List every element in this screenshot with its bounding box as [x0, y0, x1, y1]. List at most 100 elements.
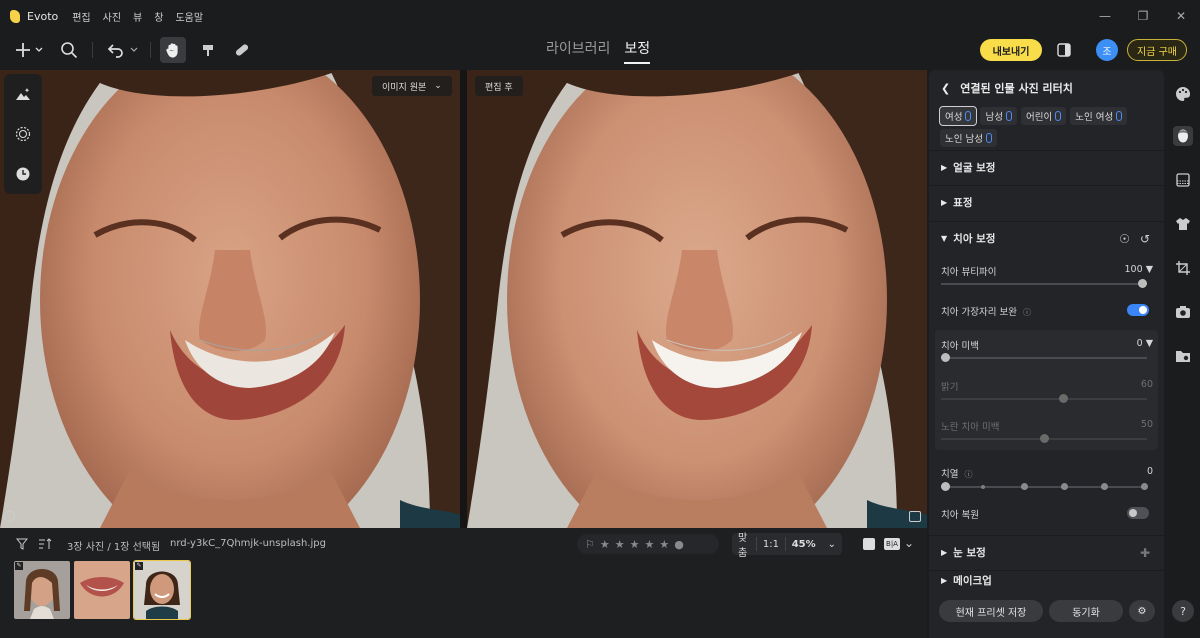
star-icon[interactable]: ★ [645, 538, 655, 551]
menu-window[interactable]: 창 [154, 9, 163, 24]
tab-library[interactable]: 라이브러리 [546, 38, 610, 64]
section-face[interactable]: ▶ 얼굴 보정 [929, 150, 1164, 184]
teeth-beautify-row: 치아 뷰티파이 100 ▼ [941, 264, 1153, 278]
panel-header: ❮ 연결된 인물 사진 리터치 [941, 80, 1073, 96]
teeth-restore-toggle[interactable] [1127, 507, 1149, 519]
section-teeth[interactable]: ▼ 치아 보정 ☉ ↺ [929, 221, 1164, 255]
patch-tool-button[interactable] [230, 37, 254, 63]
background-icon[interactable] [1173, 170, 1193, 190]
star-icon[interactable]: ★ [600, 538, 610, 551]
zoom-1to1-button[interactable]: 1:1 [757, 539, 785, 550]
teeth-beautify-slider[interactable] [941, 279, 1147, 288]
section-makeup[interactable]: ▶ 메이크업 [929, 570, 1164, 590]
eye-icon[interactable]: ☉ [1119, 232, 1130, 246]
maximize-icon[interactable]: ❐ [1124, 9, 1162, 23]
brightness-slider [941, 394, 1147, 403]
help-circle-icon[interactable]: ⓘ [1023, 308, 1031, 317]
menu-edit[interactable]: 편집 [72, 9, 90, 24]
clothing-icon[interactable] [1173, 214, 1193, 234]
teeth-edge-row: 치아 가장자리 보완 ⓘ [941, 304, 1153, 318]
star-icon[interactable]: ★ [630, 538, 640, 551]
minimize-icon[interactable]: — [1086, 9, 1124, 23]
filter-icon[interactable] [15, 538, 29, 553]
texture-tool[interactable] [4, 114, 42, 154]
crop-icon[interactable] [1173, 258, 1193, 278]
panel-toggle-button[interactable] [1054, 37, 1074, 63]
original-view-dropdown[interactable]: 이미지 원본 ⌄ [372, 76, 452, 96]
folder-view-icon[interactable] [1173, 346, 1193, 366]
retouch-panel: ❮ 연결된 인물 사진 리터치 여성 남성 어린이 노인 여성 노인 남성 ▶ … [929, 70, 1164, 638]
slider-knob [1059, 394, 1069, 403]
help-circle-icon[interactable]: ⓘ [965, 470, 973, 479]
help-icon[interactable]: ? [1172, 600, 1194, 622]
hand-tool-button[interactable] [160, 37, 186, 63]
chip-male[interactable]: 남성 [980, 107, 1017, 125]
star-icon[interactable]: ★ [659, 538, 669, 551]
zoom-value-dropdown[interactable]: 45% [786, 539, 822, 550]
thumbnail[interactable]: ✎ [14, 561, 70, 619]
add-menu-button[interactable] [12, 37, 46, 63]
slider-knob[interactable] [1061, 483, 1068, 490]
back-chevron-icon[interactable]: ❮ [941, 82, 950, 95]
sync-button[interactable]: 동기화 [1049, 600, 1123, 622]
search-button[interactable] [58, 37, 80, 63]
teeth-alignment-slider[interactable] [941, 482, 1148, 491]
undo-button[interactable] [104, 37, 140, 63]
save-preset-button[interactable]: 현재 프리셋 저장 [939, 600, 1043, 622]
toggle-icon [1055, 111, 1062, 121]
chip-female[interactable]: 여성 [938, 106, 978, 126]
auto-adjust-tool[interactable] [4, 74, 42, 114]
camera-icon[interactable] [1173, 302, 1193, 322]
thumbnail-strip: ✎ ✎ [14, 560, 191, 620]
sort-icon[interactable] [38, 538, 52, 553]
left-tool-palette [4, 74, 42, 194]
reset-icon[interactable]: ↺ [1140, 232, 1150, 246]
chevron-down-icon[interactable]: ⌄ [904, 536, 914, 550]
compare-icon[interactable] [909, 511, 921, 522]
split-divider[interactable] [460, 70, 467, 528]
edit-off-icon[interactable]: ✚ [1140, 546, 1150, 560]
history-tool[interactable] [4, 154, 42, 194]
info-icon[interactable]: i [4, 511, 15, 522]
color-label-icon[interactable]: ● [674, 538, 684, 551]
chip-senior-male[interactable]: 노인 남성 [940, 129, 997, 147]
menu-help[interactable]: 도움말 [175, 9, 203, 24]
zoom-fit-button[interactable]: 맞춤 [732, 529, 756, 559]
face-retouch-icon[interactable] [1173, 126, 1193, 146]
mode-tabs: 라이브러리 보정 [546, 38, 651, 64]
brush-tool-button[interactable] [196, 37, 220, 63]
flag-icon[interactable]: ⚐ [585, 538, 595, 551]
chip-senior-female[interactable]: 노인 여성 [1070, 107, 1128, 125]
tab-retouch[interactable]: 보정 [624, 38, 651, 64]
menu-photo[interactable]: 사진 [103, 9, 121, 24]
section-expression[interactable]: ▶ 표정 [929, 185, 1164, 219]
slider-knob[interactable] [1021, 483, 1028, 490]
before-after-view-button[interactable]: B|A [884, 538, 900, 550]
star-icon[interactable]: ★ [615, 538, 625, 551]
teeth-whiten-slider[interactable] [941, 353, 1147, 362]
teeth-whiten-value[interactable]: 0 ▼ [1137, 338, 1153, 349]
slider-knob[interactable] [1138, 279, 1147, 288]
menu-view[interactable]: 뷰 [133, 9, 142, 24]
slider-knob[interactable] [941, 482, 950, 491]
teeth-edge-toggle[interactable] [1127, 304, 1149, 316]
photo-canvas[interactable]: 이미지 원본 ⌄ i 편집 후 [0, 70, 927, 528]
palette-icon[interactable] [1173, 84, 1193, 104]
export-button[interactable]: 내보내기 [980, 39, 1042, 61]
slider-knob[interactable] [941, 353, 950, 362]
teeth-beautify-label: 치아 뷰티파이 [941, 267, 997, 278]
thumbnail-selected[interactable]: ✎ [133, 560, 191, 620]
chevron-down-icon[interactable]: ⌄ [822, 539, 842, 550]
thumbnail[interactable] [74, 561, 130, 619]
single-view-button[interactable] [863, 538, 875, 550]
slider-knob[interactable] [1141, 483, 1148, 490]
caret-right-icon: ▶ [941, 576, 948, 585]
sync-settings-button[interactable]: ⚙ [1129, 600, 1155, 622]
buy-now-button[interactable]: 지금 구매 [1127, 39, 1187, 61]
close-icon[interactable]: ✕ [1162, 9, 1200, 23]
slider-knob[interactable] [1101, 483, 1108, 490]
teeth-beautify-value[interactable]: 100 ▼ [1125, 264, 1153, 275]
chip-child[interactable]: 어린이 [1020, 107, 1067, 125]
user-avatar[interactable]: 조 [1096, 39, 1118, 61]
section-eyes[interactable]: ▶ 눈 보정 ✚ [929, 535, 1164, 569]
